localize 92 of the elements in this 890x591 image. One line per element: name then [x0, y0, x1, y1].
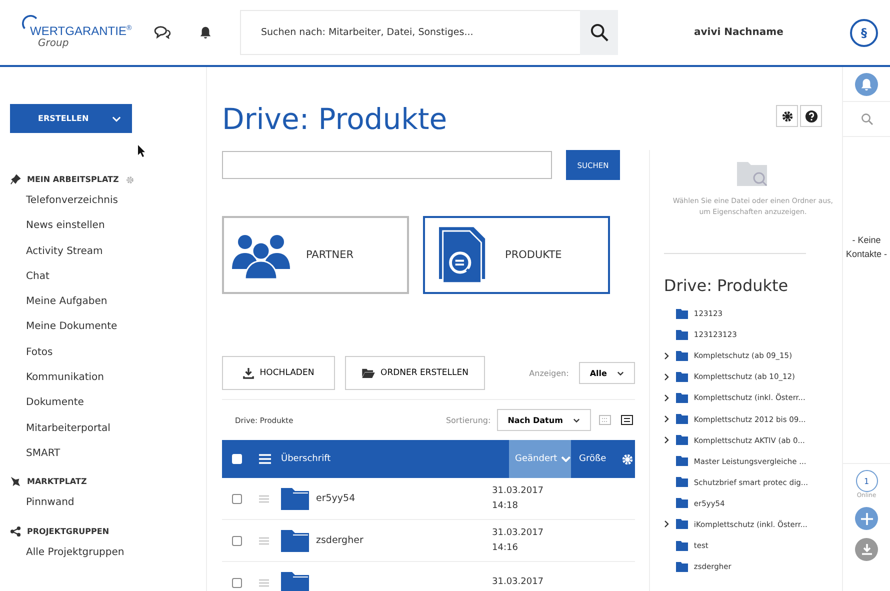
sidebar-item[interactable]: Kommunikation — [10, 370, 206, 396]
sidebar-item[interactable]: Mitarbeiterportal — [10, 420, 206, 446]
file-name[interactable]: zsdergher — [316, 535, 364, 546]
help-button[interactable] — [800, 105, 822, 127]
sidebar-item[interactable]: Fotos — [10, 344, 206, 370]
folder-icon — [676, 562, 688, 572]
gear-icon — [780, 110, 794, 122]
section-title: PROJEKTGRUPPEN — [27, 526, 110, 536]
company-logo[interactable]: WERTGARANTIE$^{®}$ Group — [24, 12, 154, 52]
sidebar-item[interactable]: Activity Stream — [10, 244, 206, 269]
pin-icon — [10, 174, 21, 185]
section-badge[interactable]: § — [850, 18, 878, 46]
category-tile[interactable]: PRODUKTE — [423, 216, 610, 294]
create-button[interactable]: ERSTELLEN — [10, 104, 132, 133]
sidebar-item[interactable]: Dokumente — [10, 395, 206, 421]
row-checkbox[interactable] — [232, 578, 242, 588]
show-label: Anzeigen: — [529, 368, 569, 378]
pushpin-icon — [10, 476, 21, 488]
notifications-button[interactable] — [855, 72, 878, 96]
download-icon — [242, 368, 254, 378]
select-all-checkbox[interactable] — [232, 454, 242, 464]
sidebar-item[interactable]: Alle Projektgruppen — [10, 544, 206, 570]
folder-icon — [281, 530, 309, 552]
folder-icon — [676, 435, 688, 446]
row-checkbox[interactable] — [232, 494, 242, 504]
page-title: Drive: Produkte — [222, 102, 448, 136]
folder-icon — [676, 330, 688, 340]
bell-icon[interactable] — [199, 26, 212, 39]
caret-icon — [572, 418, 580, 422]
folder-icon — [676, 498, 688, 508]
sidebar-item[interactable]: News einstellen — [10, 218, 206, 244]
share-icon — [10, 526, 21, 537]
row-checkbox[interactable] — [232, 536, 242, 546]
folder-icon — [676, 540, 688, 551]
file-name[interactable]: er5yy54 — [316, 493, 356, 504]
add-button[interactable] — [855, 507, 878, 530]
modified-date: 31.03.2017 — [492, 576, 544, 589]
download-icon — [860, 544, 872, 556]
sort-label: Sortierung: — [446, 416, 491, 424]
search-button[interactable] — [580, 10, 618, 55]
sidebar-item[interactable]: Meine Aufgaben — [10, 294, 206, 320]
drag-handle-icon[interactable] — [259, 578, 269, 586]
upload-button[interactable]: HOCHLADEN — [222, 356, 335, 390]
folder-icon — [676, 456, 688, 466]
chat-icon[interactable] — [154, 26, 171, 39]
column-header[interactable]: Überschrift — [281, 440, 509, 478]
category-tile[interactable]: PARTNER — [222, 216, 409, 294]
folder-icon — [676, 477, 688, 488]
create-folder-button[interactable]: ORDNER ERSTELLEN — [345, 356, 485, 390]
folder-icon — [676, 519, 688, 530]
sidebar-item[interactable]: SMART — [10, 446, 206, 472]
drag-handle-icon[interactable] — [259, 536, 269, 544]
mouse-cursor-icon — [138, 145, 146, 157]
sort-dropdown[interactable]: Nach Datum — [496, 409, 591, 431]
download-button[interactable] — [855, 538, 878, 561]
sidebar-item[interactable]: Pinnwand — [10, 495, 206, 521]
document-search-icon — [439, 227, 487, 283]
folder-icon — [281, 488, 309, 510]
sidebar-item[interactable]: Telefonverzeichnis — [10, 193, 206, 218]
drag-handle-icon[interactable] — [259, 494, 269, 502]
user-name[interactable]: avivi Nachname — [694, 27, 850, 38]
list-view-button[interactable] — [618, 415, 635, 425]
folder-icon — [676, 372, 688, 382]
section-title: MARKTPLATZ — [27, 477, 87, 486]
search-icon[interactable] — [860, 113, 872, 125]
global-search-field[interactable]: Suchen nach: Mitarbeiter, Datei, Sonstiges... — [240, 10, 580, 55]
folder-search-icon — [736, 162, 769, 188]
online-count[interactable]: 1 — [856, 470, 878, 492]
drive-search-field[interactable] — [222, 151, 552, 179]
bell-icon — [860, 78, 873, 90]
sidebar-item[interactable]: Chat — [10, 268, 206, 294]
help-icon — [804, 110, 818, 122]
modified-date: 31.03.2017 14:18 — [492, 484, 544, 512]
column-header[interactable]: Größe — [571, 440, 617, 478]
modified-date: 31.03.2017 14:16 — [492, 526, 544, 554]
folder-icon — [676, 392, 688, 403]
menu-icon[interactable] — [259, 454, 271, 464]
no-contacts-text: - Keine Kontakte - — [844, 234, 888, 261]
folder-icon — [676, 308, 688, 319]
grid-view-button[interactable] — [596, 415, 613, 425]
plus-icon — [860, 512, 872, 524]
tree-title: Drive: Produkte — [664, 276, 790, 295]
section-title: MEIN ARBEITSPLATZ — [27, 175, 119, 184]
folder-icon — [676, 350, 688, 361]
folder-icon — [362, 368, 375, 378]
settings-button[interactable] — [776, 105, 798, 127]
folder-icon — [676, 414, 688, 424]
chevron-down-icon — [112, 116, 121, 122]
caret-icon — [616, 370, 624, 376]
search-icon — [590, 23, 608, 42]
sidebar-item[interactable]: Meine Dokumente — [10, 319, 206, 345]
show-dropdown[interactable]: Alle — [578, 362, 635, 384]
